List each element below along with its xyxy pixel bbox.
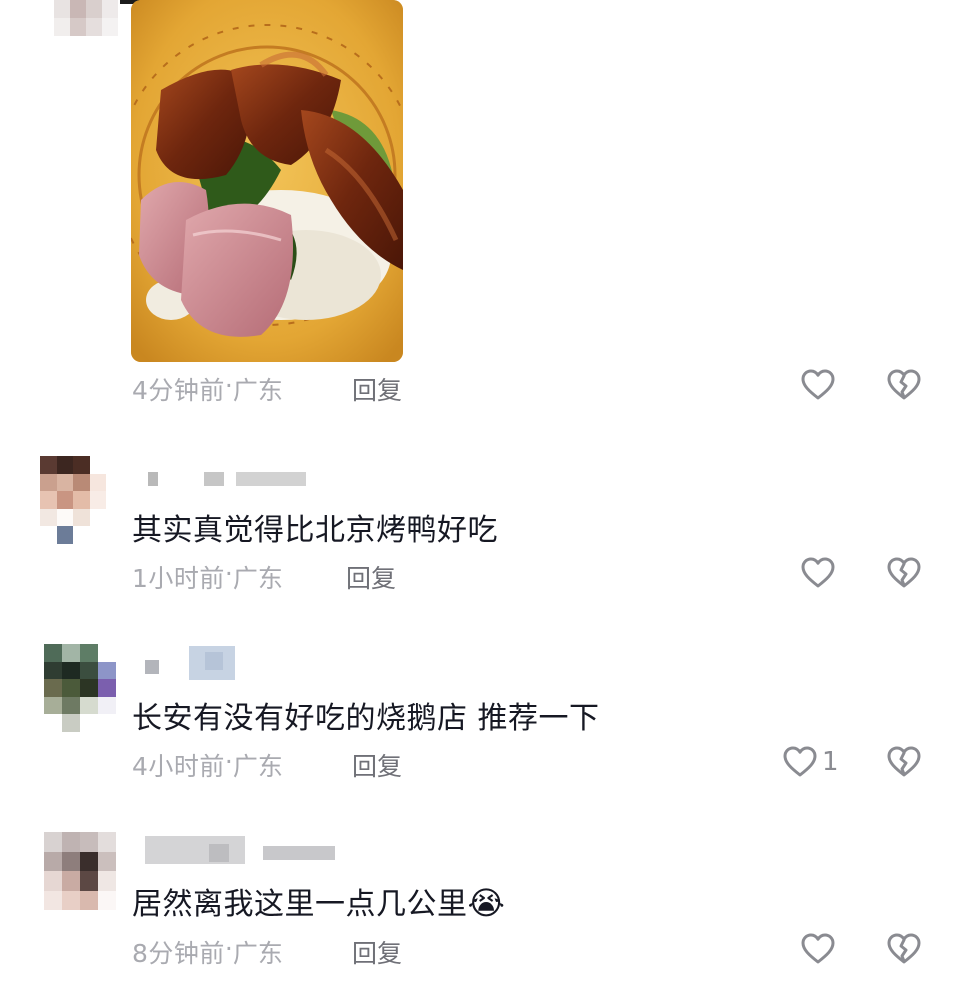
comment-meta: 1小时前 · 广东: [132, 559, 283, 595]
comment-meta: 4分钟前 · 广东: [132, 371, 283, 407]
comment-meta: 4小时前 · 广东: [132, 747, 283, 783]
like-button[interactable]: 1: [782, 744, 839, 780]
comment-region: 广东: [232, 939, 283, 968]
meta-separator: ·: [224, 371, 233, 400]
reply-button[interactable]: 回复: [346, 559, 396, 595]
comment-region: 广东: [232, 376, 283, 405]
like-button[interactable]: [800, 555, 840, 591]
meta-separator: ·: [224, 559, 233, 588]
comment-region: 广东: [232, 752, 283, 781]
comment-time: 4小时前: [132, 752, 225, 781]
comment-text: 其实真觉得比北京烤鸭好吃: [132, 513, 498, 548]
username-placeholder: [145, 646, 245, 682]
broken-heart-icon: [887, 557, 921, 588]
reply-button[interactable]: 回复: [352, 934, 402, 970]
comment-time: 1小时前: [132, 564, 225, 593]
reply-button[interactable]: 回复: [352, 371, 402, 407]
avatar[interactable]: [40, 456, 106, 544]
avatar[interactable]: [44, 644, 116, 732]
meta-separator: ·: [224, 934, 233, 963]
avatar[interactable]: [54, 0, 118, 36]
comment-text: 长安有没有好吃的烧鹅店 推荐一下: [132, 701, 600, 736]
comment-region: 广东: [232, 564, 283, 593]
comment-meta: 8分钟前 · 广东: [132, 934, 283, 970]
broken-heart-icon: [887, 746, 921, 777]
dislike-button[interactable]: [886, 555, 922, 595]
username-placeholder: [145, 834, 345, 866]
comment-text: 居然离我这里一点几公里😭: [132, 879, 505, 923]
meta-separator: ·: [224, 747, 233, 776]
like-button[interactable]: [800, 931, 840, 967]
dislike-button[interactable]: [886, 931, 922, 971]
dislike-button[interactable]: [886, 744, 922, 784]
reply-button[interactable]: 回复: [352, 747, 402, 783]
heart-outline-icon: [783, 746, 817, 777]
heart-outline-icon: [801, 557, 835, 588]
broken-heart-icon: [887, 933, 921, 964]
comment-time: 4分钟前: [132, 376, 225, 405]
username-placeholder: [148, 472, 308, 488]
dislike-button[interactable]: [886, 367, 922, 407]
like-button[interactable]: [800, 367, 840, 403]
heart-outline-icon: [801, 933, 835, 964]
comment-text-content: 居然离我这里一点几公里: [132, 887, 468, 922]
broken-heart-icon: [887, 369, 921, 400]
crying-face-emoji: 😭: [467, 884, 506, 922]
roast-duck-rice-image: [131, 0, 403, 362]
heart-outline-icon: [801, 369, 835, 400]
comment-time: 8分钟前: [132, 939, 225, 968]
comment-image[interactable]: [131, 0, 403, 362]
like-count: 1: [822, 747, 839, 777]
avatar[interactable]: [44, 832, 116, 910]
